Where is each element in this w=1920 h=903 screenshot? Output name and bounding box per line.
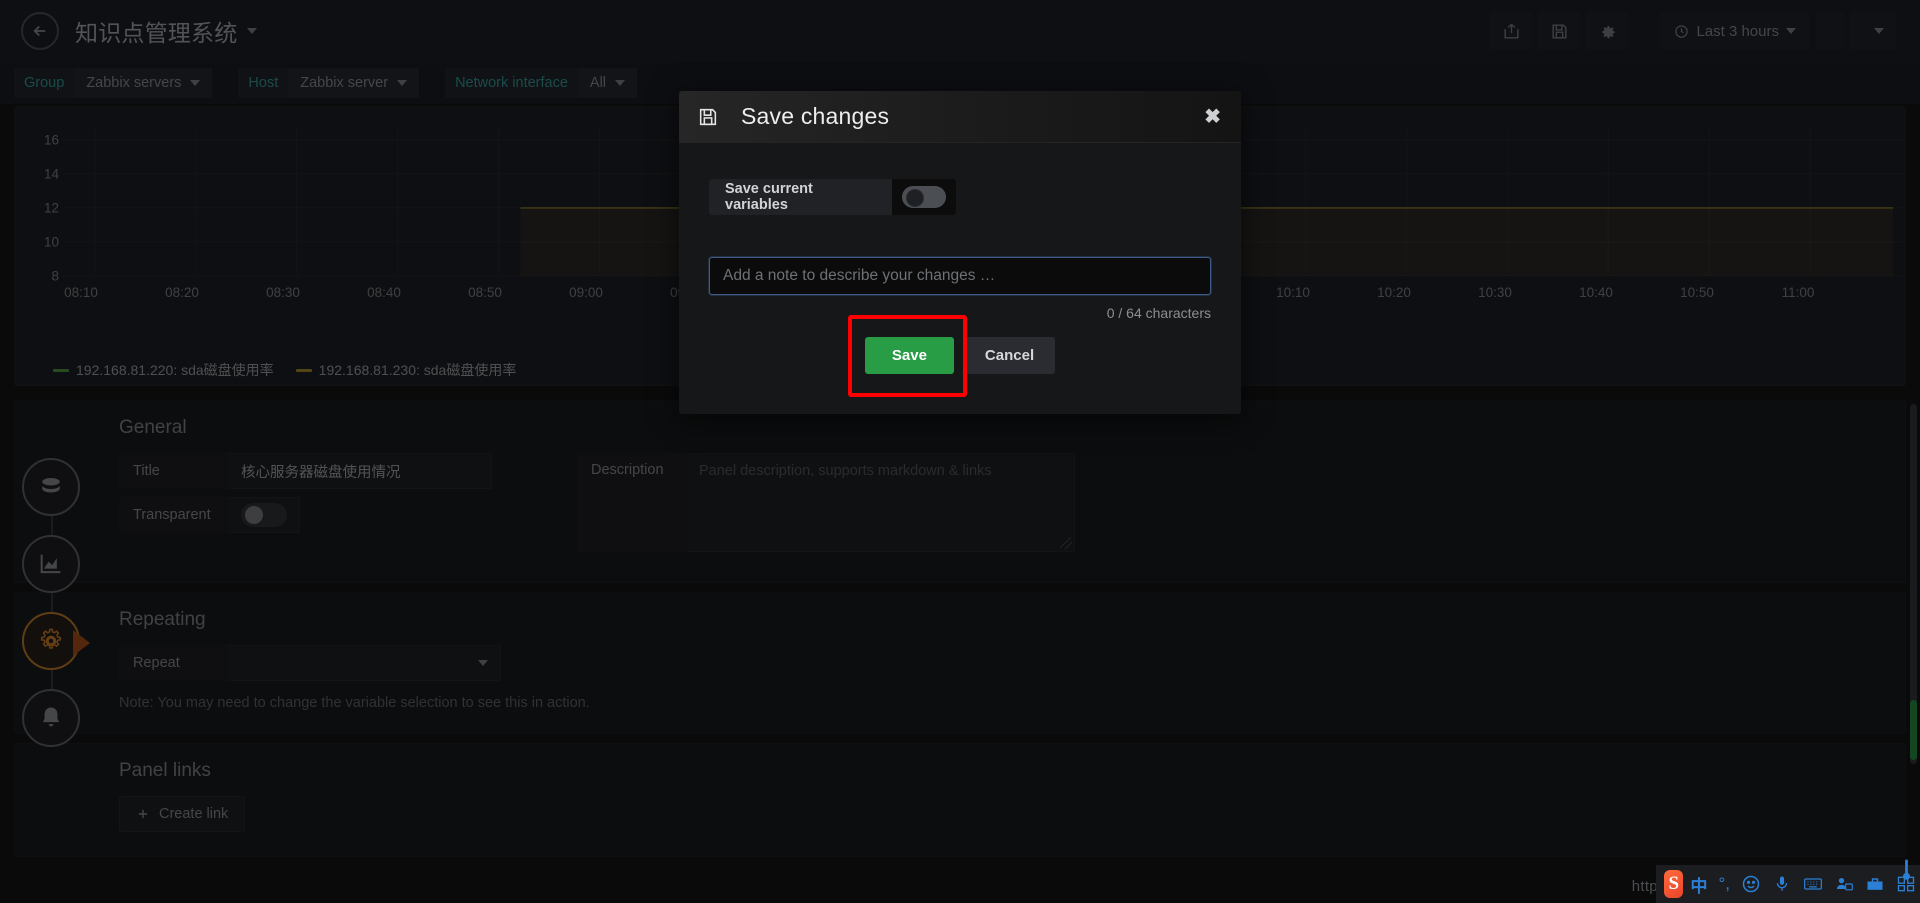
cursor-marker xyxy=(1903,859,1910,880)
ime-toolbar: S 中 °, xyxy=(1656,865,1920,903)
user-icon[interactable] xyxy=(1830,874,1858,894)
keyboard-glyph-icon xyxy=(1804,878,1822,890)
mic-icon xyxy=(1776,876,1788,891)
ime-logo-icon[interactable]: S xyxy=(1664,870,1684,898)
save-current-variables-toggle[interactable] xyxy=(902,186,946,208)
toolbox-icon[interactable] xyxy=(1861,874,1889,894)
emoji-icon[interactable] xyxy=(1737,874,1765,894)
keyboard-icon[interactable] xyxy=(1799,874,1827,894)
emoji-face-icon xyxy=(1742,875,1760,893)
change-note-input[interactable]: Add a note to describe your changes … xyxy=(709,257,1211,295)
user-glyph-icon xyxy=(1836,878,1853,891)
close-icon[interactable]: ✖ xyxy=(1202,103,1223,131)
change-note-placeholder: Add a note to describe your changes … xyxy=(723,267,996,284)
modal-footer: Save Cancel xyxy=(679,315,1241,414)
save-current-variables-label: Save current variables xyxy=(709,179,892,215)
modal-body: Save current variables Add a note to des… xyxy=(679,143,1241,321)
toolbox-glyph-icon xyxy=(1867,878,1883,890)
save-current-variables-row: Save current variables xyxy=(709,179,956,215)
punctuation-icon[interactable]: °, xyxy=(1714,874,1734,894)
character-counter: 0 / 64 characters xyxy=(1106,305,1211,321)
save-current-variables-toggle-cell[interactable] xyxy=(892,179,956,215)
microphone-icon[interactable] xyxy=(1768,874,1796,894)
cancel-button[interactable]: Cancel xyxy=(963,337,1056,374)
modal-header: Save changes ✖ xyxy=(679,91,1241,143)
save-changes-modal: Save changes ✖ Save current variables Ad… xyxy=(679,91,1241,414)
chinese-mode-icon[interactable]: 中 xyxy=(1686,872,1711,897)
modal-title: Save changes xyxy=(741,103,890,129)
app-root: 知识点管理系统 Last 3 hours Group Zabbix server… xyxy=(0,0,1920,903)
save-floppy-icon xyxy=(699,108,717,125)
save-button[interactable]: Save xyxy=(864,337,954,374)
